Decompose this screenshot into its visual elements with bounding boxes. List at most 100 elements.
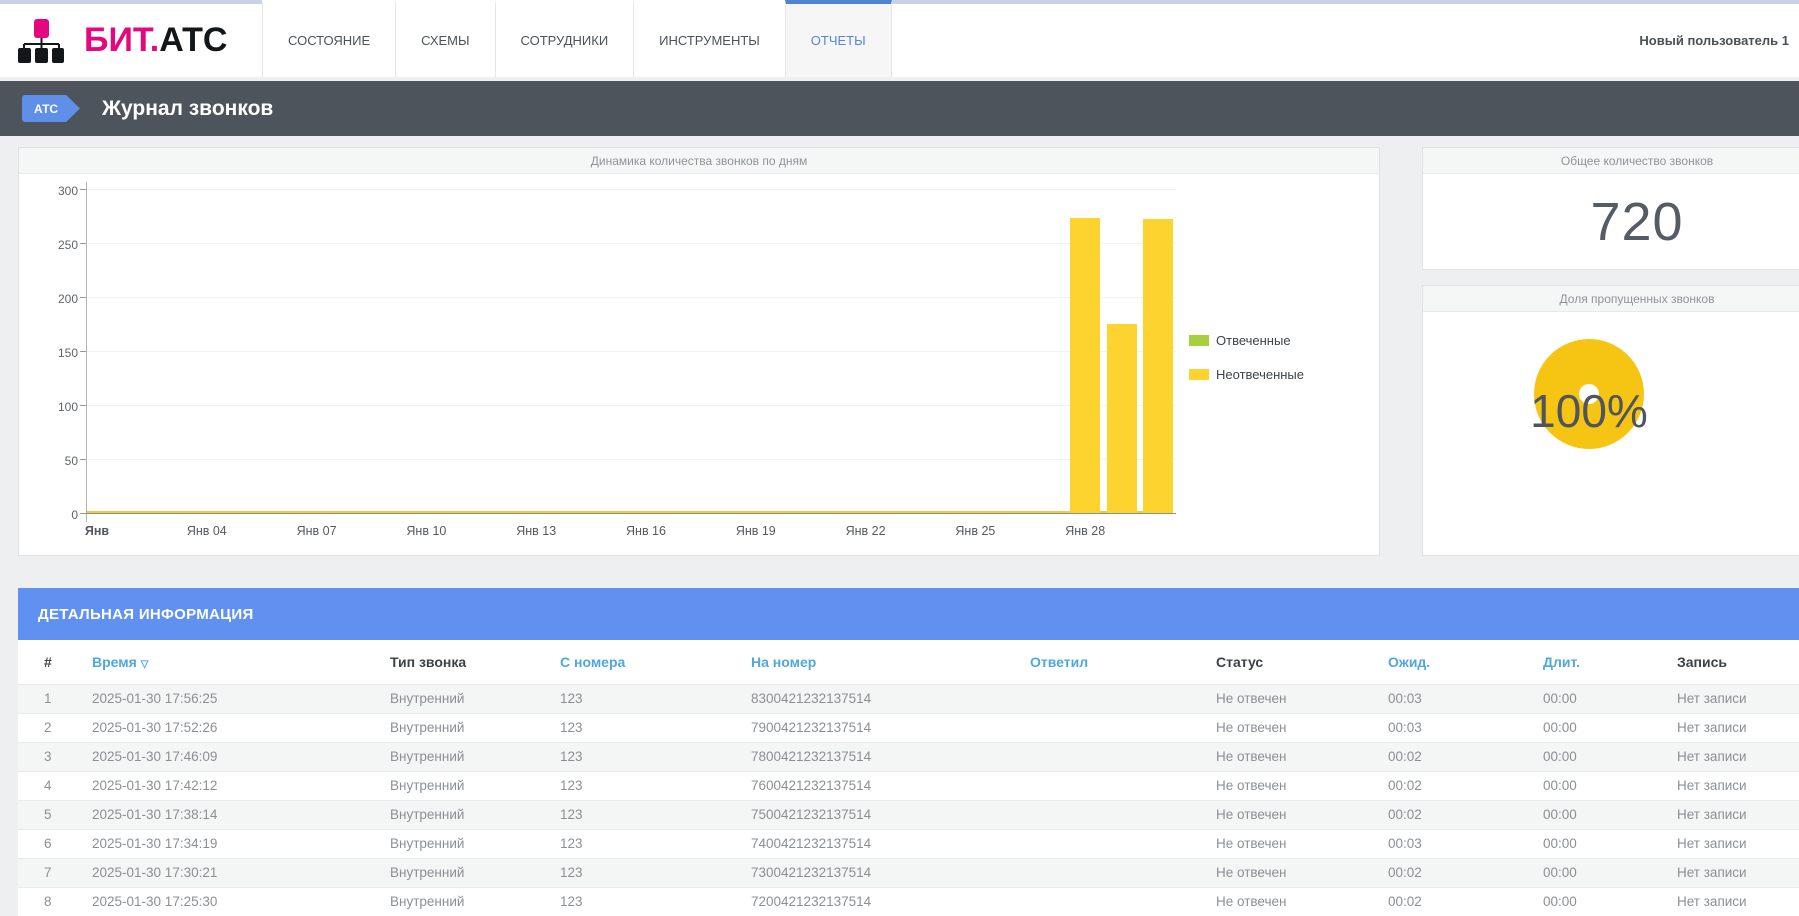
table-cell: Нет записи xyxy=(1665,713,1799,742)
table-cell: 00:00 xyxy=(1531,800,1665,829)
table-row[interactable]: 52025-01-30 17:38:14Внутренний1237500421… xyxy=(18,800,1799,829)
table-cell: Нет записи xyxy=(1665,771,1799,800)
table-cell: 8300421232137514 xyxy=(739,684,1018,713)
column-header-Статус: Статус xyxy=(1204,640,1376,684)
table-cell: 00:02 xyxy=(1376,771,1531,800)
table-cell: 7300421232137514 xyxy=(739,858,1018,887)
column-header-Длит.[interactable]: Длит. xyxy=(1531,640,1665,684)
table-cell: 00:00 xyxy=(1531,684,1665,713)
org-chart-icon xyxy=(18,18,64,64)
table-cell: 7200421232137514 xyxy=(739,887,1018,916)
nav-tab-3[interactable]: ИНСТРУМЕНТЫ xyxy=(633,0,785,77)
table-cell: Не отвечен xyxy=(1204,713,1376,742)
table-cell: 123 xyxy=(548,771,739,800)
table-cell: Внутренний xyxy=(378,713,548,742)
chart-title: Динамика количества звонков по дням xyxy=(19,148,1379,174)
table-cell: 7500421232137514 xyxy=(739,800,1018,829)
table-cell xyxy=(1018,771,1204,800)
app-logo[interactable]: БИТ.АТС xyxy=(0,4,262,77)
table-body: 12025-01-30 17:56:25Внутренний1238300421… xyxy=(18,684,1799,916)
breadcrumb-atc-badge[interactable]: АТС xyxy=(22,95,80,122)
detail-band: ДЕТАЛЬНАЯ ИНФОРМАЦИЯ xyxy=(18,588,1799,640)
table-cell: 00:00 xyxy=(1531,771,1665,800)
table-cell: 00:02 xyxy=(1376,742,1531,771)
y-axis-label: 0 xyxy=(38,508,78,522)
table-cell: 2025-01-30 17:34:19 xyxy=(80,829,378,858)
user-menu[interactable]: Новый пользователь 1 xyxy=(1639,4,1799,77)
bar-Неотвеченные-Янв 30 xyxy=(1143,219,1173,513)
table-cell: Внутренний xyxy=(378,771,548,800)
table-row[interactable]: 72025-01-30 17:30:21Внутренний1237300421… xyxy=(18,858,1799,887)
table-cell: Не отвечен xyxy=(1204,887,1376,916)
table-row[interactable]: 22025-01-30 17:52:26Внутренний1237900421… xyxy=(18,713,1799,742)
table-cell: 00:00 xyxy=(1531,829,1665,858)
table-cell: Нет записи xyxy=(1665,829,1799,858)
table-cell: Нет записи xyxy=(1665,684,1799,713)
legend-item[interactable]: Неотвеченные xyxy=(1189,367,1304,382)
table-cell: Внутренний xyxy=(378,800,548,829)
nav-tab-0[interactable]: СОСТОЯНИЕ xyxy=(262,0,395,77)
zero-bars-strip xyxy=(87,511,1173,513)
column-header-С номера[interactable]: С номера xyxy=(548,640,739,684)
table-cell: 00:00 xyxy=(1531,887,1665,916)
total-calls-value: 720 xyxy=(1423,174,1799,269)
table-cell: 00:02 xyxy=(1376,800,1531,829)
table-row[interactable]: 32025-01-30 17:46:09Внутренний1237800421… xyxy=(18,742,1799,771)
table-cell: 2025-01-30 17:52:26 xyxy=(80,713,378,742)
table-cell: Внутренний xyxy=(378,829,548,858)
column-header-Время[interactable]: Время▽ xyxy=(80,640,378,684)
table-cell: 123 xyxy=(548,800,739,829)
table-cell: Не отвечен xyxy=(1204,858,1376,887)
table-header-row: #Время▽Тип звонкаС номераНа номерОтветил… xyxy=(18,640,1799,684)
nav-tab-1[interactable]: СХЕМЫ xyxy=(395,0,494,77)
table-cell: 2025-01-30 17:56:25 xyxy=(80,684,378,713)
legend-item[interactable]: Отвеченные xyxy=(1189,333,1304,348)
column-header-Ожид.[interactable]: Ожид. xyxy=(1376,640,1531,684)
table-cell: 00:03 xyxy=(1376,684,1531,713)
legend-swatch xyxy=(1189,335,1209,346)
table-row[interactable]: 82025-01-30 17:25:30Внутренний1237200421… xyxy=(18,887,1799,916)
x-axis-label: Янв xyxy=(62,524,132,538)
calls-dynamics-panel: Динамика количества звонков по дням 0501… xyxy=(18,147,1380,556)
y-axis xyxy=(86,182,87,522)
table-cell: 00:03 xyxy=(1376,713,1531,742)
legend-label: Неотвеченные xyxy=(1216,367,1304,382)
table-cell: 123 xyxy=(548,742,739,771)
missed-share-title: Доля пропущенных звонков xyxy=(1423,286,1799,312)
detail-section: ДЕТАЛЬНАЯ ИНФОРМАЦИЯ #Время▽Тип звонкаС … xyxy=(18,588,1799,916)
table-cell: 123 xyxy=(548,684,739,713)
table-row[interactable]: 62025-01-30 17:34:19Внутренний1237400421… xyxy=(18,829,1799,858)
total-calls-title: Общее количество звонков xyxy=(1423,148,1799,174)
table-cell: Внутренний xyxy=(378,858,548,887)
nav-tab-2[interactable]: СОТРУДНИКИ xyxy=(495,0,634,77)
column-header-На номер[interactable]: На номер xyxy=(739,640,1018,684)
table-cell xyxy=(1018,858,1204,887)
table-cell: Не отвечен xyxy=(1204,742,1376,771)
table-cell: 7800421232137514 xyxy=(739,742,1018,771)
nav-tab-4[interactable]: ОТЧЕТЫ xyxy=(785,0,892,77)
table-cell: Внутренний xyxy=(378,887,548,916)
table-cell: 3 xyxy=(18,742,80,771)
column-header-Ответил[interactable]: Ответил xyxy=(1018,640,1204,684)
table-cell: 6 xyxy=(18,829,80,858)
column-header-Запись: Запись xyxy=(1665,640,1799,684)
table-cell: 00:00 xyxy=(1531,858,1665,887)
table-cell: 1 xyxy=(18,684,80,713)
y-axis-label: 300 xyxy=(38,184,78,198)
brand-title: БИТ.АТС xyxy=(84,21,227,60)
table-cell: 5 xyxy=(18,800,80,829)
bar-chart: 050100150200250300ЯнвЯнв 04Янв 07Янв 10Я… xyxy=(86,190,1176,514)
nav-tabs: СОСТОЯНИЕСХЕМЫСОТРУДНИКИИНСТРУМЕНТЫОТЧЕТ… xyxy=(262,4,892,77)
table-cell: Не отвечен xyxy=(1204,829,1376,858)
table-cell xyxy=(1018,684,1204,713)
table-row[interactable]: 42025-01-30 17:42:12Внутренний1237600421… xyxy=(18,771,1799,800)
table-row[interactable]: 12025-01-30 17:56:25Внутренний1238300421… xyxy=(18,684,1799,713)
top-navigation: БИТ.АТС СОСТОЯНИЕСХЕМЫСОТРУДНИКИИНСТРУМЕ… xyxy=(0,0,1799,77)
table-cell: 2025-01-30 17:25:30 xyxy=(80,887,378,916)
y-axis-label: 100 xyxy=(38,400,78,414)
x-axis-label: Янв 25 xyxy=(940,524,1010,538)
table-cell xyxy=(1018,713,1204,742)
bar-Неотвеченные-Янв 28 xyxy=(1070,218,1100,513)
bar-Неотвеченные-Янв 29 xyxy=(1107,324,1137,513)
table-cell: 7400421232137514 xyxy=(739,829,1018,858)
